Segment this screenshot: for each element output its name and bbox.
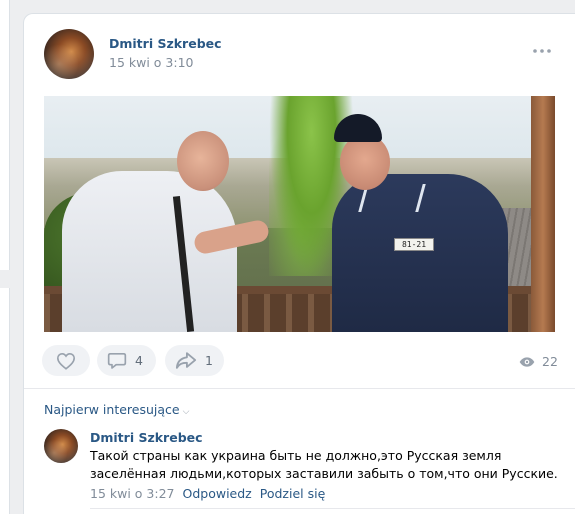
photo-wooden-post [531,96,555,332]
comment-timestamp[interactable]: 15 kwi o 3:27 [90,486,174,501]
comment-author-avatar[interactable] [44,429,78,463]
comments-sort-dropdown[interactable]: Najpierw interesujące ⌵ [44,402,189,417]
comment-meta: 15 kwi o 3:27 Odpowiedz Podziel się [90,486,325,501]
heart-icon [56,352,76,370]
post-card: Dmitri Szkrebec 15 kwi o 3:10 81-21 4 1 … [23,13,575,514]
left-column-card-lower [0,288,10,514]
more-horizontal-icon[interactable] [529,44,555,58]
like-button[interactable] [42,345,90,376]
post-comments-divider [24,388,575,389]
photo-person-left-head [177,131,229,191]
comment-author-name[interactable]: Dmitri Szkrebec [90,430,203,445]
comment-divider [90,508,575,509]
chevron-down-icon: ⌵ [182,407,190,417]
comment-icon [107,353,127,369]
post-photo[interactable]: 81-21 [44,96,555,332]
share-button[interactable]: 1 [165,345,224,376]
comment-button[interactable]: 4 [97,345,156,376]
comments-sort-label: Najpierw interesujące [44,402,180,417]
comment-text: Такой страны как украина быть не должно,… [90,448,558,481]
photo-person-right-head [340,134,390,190]
share-count: 1 [205,353,213,368]
share-icon [175,352,197,369]
views-count: 22 [542,354,558,369]
share-comment-link[interactable]: Podziel się [260,486,326,501]
eye-icon [519,356,535,367]
post-timestamp[interactable]: 15 kwi o 3:10 [109,55,193,70]
more-dots-svg [533,49,551,53]
comment-count: 4 [135,353,143,368]
reply-link[interactable]: Odpowiedz [182,486,251,501]
post-author-name[interactable]: Dmitri Szkrebec [109,36,222,51]
photo-name-badge: 81-21 [394,238,434,251]
left-column-card [0,0,10,270]
author-avatar[interactable] [44,29,94,79]
views-counter: 22 [519,354,558,369]
